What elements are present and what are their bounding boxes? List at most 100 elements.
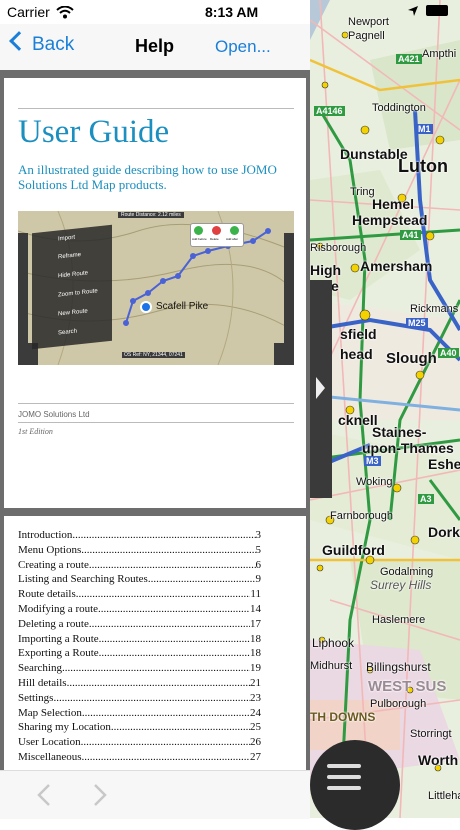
map-label: Risborough — [310, 242, 367, 254]
toc-entry-title: Settings — [18, 691, 54, 704]
map-label: Guildford — [322, 542, 385, 558]
toc-entry[interactable]: Sharing my Location 25 — [18, 720, 261, 735]
map-label: Ampthi — [422, 48, 457, 60]
grid-ref-label: OS Ref: NY, 21344, 07241 — [122, 352, 185, 358]
toc-entry[interactable]: Settings 23 — [18, 691, 261, 706]
company-name: JOMO Solutions Ltd — [18, 410, 90, 419]
plus-icon — [194, 226, 203, 235]
edition-label: 1st Edition — [18, 427, 53, 436]
toc-leader — [99, 646, 250, 661]
menu-item: New Route — [58, 308, 88, 318]
toc-entry-title: Map Selection — [18, 706, 82, 719]
map-label: Pulborough — [370, 698, 427, 710]
map-label: Haslemere — [372, 614, 426, 626]
map-label: TH DOWNS — [310, 710, 376, 724]
road-label: M1 — [416, 124, 433, 134]
toc-entry-page: 23 — [250, 691, 261, 704]
toc-entry-page: 19 — [250, 662, 261, 675]
page-title: Help — [135, 36, 175, 56]
map-view[interactable]: Newport Pagnell Ampthi Toddington Dunsta… — [310, 0, 460, 818]
toc-entry-page: 18 — [250, 647, 261, 660]
map-label: Tring — [350, 186, 375, 198]
toc-leader — [148, 572, 256, 587]
road-label: A3 — [418, 494, 434, 504]
bottom-toolbar — [0, 770, 310, 819]
map-label: Surrey Hills — [370, 578, 432, 592]
toc-entry[interactable]: Listing and Searching Routes 9 — [18, 572, 261, 587]
map-label: Rickmans — [410, 303, 459, 315]
toc-entry[interactable]: Exporting a Route 18 — [18, 646, 261, 661]
map-label: Toddington — [372, 102, 426, 114]
toc-entry[interactable]: Miscellaneous 27 — [18, 750, 261, 765]
toc-leader — [76, 587, 251, 602]
toc-entry-title: Modifying a route — [18, 602, 99, 615]
map-menu-button[interactable] — [310, 740, 400, 830]
toc-entry[interactable]: Modifying a route 14 — [18, 602, 261, 617]
map-label: Newport — [348, 16, 389, 28]
back-button-label: Back — [32, 34, 75, 55]
map-label: Luton — [398, 156, 448, 176]
toc-leader — [81, 543, 255, 558]
map-label: Amersham — [360, 258, 433, 274]
toc-entry-page: 25 — [250, 721, 261, 734]
prev-page-icon[interactable] — [37, 783, 51, 807]
back-button[interactable]: Back — [9, 31, 75, 56]
road-label: M25 — [406, 318, 428, 328]
road-label: A421 — [396, 54, 422, 64]
toc-entry[interactable]: Introduction 3 — [18, 528, 261, 543]
next-page-icon[interactable] — [93, 783, 107, 807]
map-label: Slough — [386, 350, 437, 367]
toc-entry-page: 5 — [255, 543, 262, 556]
toc-entry[interactable]: Route details 11 — [18, 587, 261, 602]
toc-entry-title: Listing and Searching Routes — [18, 573, 148, 586]
guide-subtitle: An illustrated guide describing how to u… — [18, 162, 277, 192]
toc-entry-page: 11 — [250, 588, 261, 601]
toc-entry-page: 9 — [255, 573, 262, 586]
toc-leader — [53, 691, 250, 706]
panel-toggle-button[interactable] — [310, 280, 332, 498]
map-label: sfield — [340, 326, 377, 342]
illustration-menu: Import Reframe Hide Route Zoom to Route … — [32, 224, 112, 350]
open-button[interactable]: Open... — [215, 37, 271, 57]
map-label: Hemel — [372, 196, 415, 212]
add-after-button: Add after — [226, 237, 239, 241]
toc-entry[interactable]: Hill details 21 — [18, 676, 261, 691]
divider — [18, 403, 294, 404]
map-label: Dorki — [428, 524, 460, 540]
road-label: M3 — [364, 456, 381, 466]
toc-entry-title: Deleting a route — [18, 617, 89, 630]
toc-entry[interactable]: Menu Options 5 — [18, 543, 261, 558]
delete-button: Delete — [210, 237, 219, 241]
toc-entry-page: 3 — [255, 529, 262, 541]
toc-entry-title: Route details — [18, 588, 76, 601]
toc-entry[interactable]: Searching 19 — [18, 661, 261, 676]
toc-entry[interactable]: User Location 26 — [18, 735, 261, 750]
toc-entry-title: Introduction — [18, 529, 73, 541]
toc-entry[interactable]: Map Selection 24 — [18, 706, 261, 721]
toc-entry-page: 26 — [250, 736, 261, 749]
guide-title: User Guide — [18, 114, 170, 150]
toc-entry[interactable]: Creating a route 6 — [18, 558, 261, 573]
map-label: Billingshurst — [366, 660, 431, 674]
menu-item: Import — [58, 234, 76, 243]
toc-entry-title: Exporting a Route — [18, 647, 99, 660]
toc-entry-page: 24 — [250, 706, 261, 719]
toc-leader — [98, 602, 250, 617]
table-of-contents: Introduction 3 Menu Options 5 Creating a r… — [18, 528, 261, 765]
toc-leader — [82, 706, 250, 721]
map-label: Eshe — [428, 456, 460, 472]
road-label: A4146 — [314, 106, 345, 116]
road-label: A40 — [438, 348, 459, 358]
map-label: Midhurst — [310, 660, 353, 672]
add-before-button: Add before — [192, 237, 207, 241]
toc-entry-title: Sharing my Location — [18, 721, 111, 734]
toc-leader — [111, 720, 250, 735]
carrier-label: Carrier — [7, 4, 50, 20]
toc-entry-page: 6 — [255, 558, 262, 571]
toc-entry[interactable]: Importing a Route 18 — [18, 632, 261, 647]
toc-entry[interactable]: Deleting a route 17 — [18, 617, 261, 632]
map-label: Pagnell — [348, 30, 385, 42]
toc-entry-title: Menu Options — [18, 543, 82, 556]
delete-icon — [212, 226, 221, 235]
toc-entry-title: Searching — [18, 662, 62, 675]
